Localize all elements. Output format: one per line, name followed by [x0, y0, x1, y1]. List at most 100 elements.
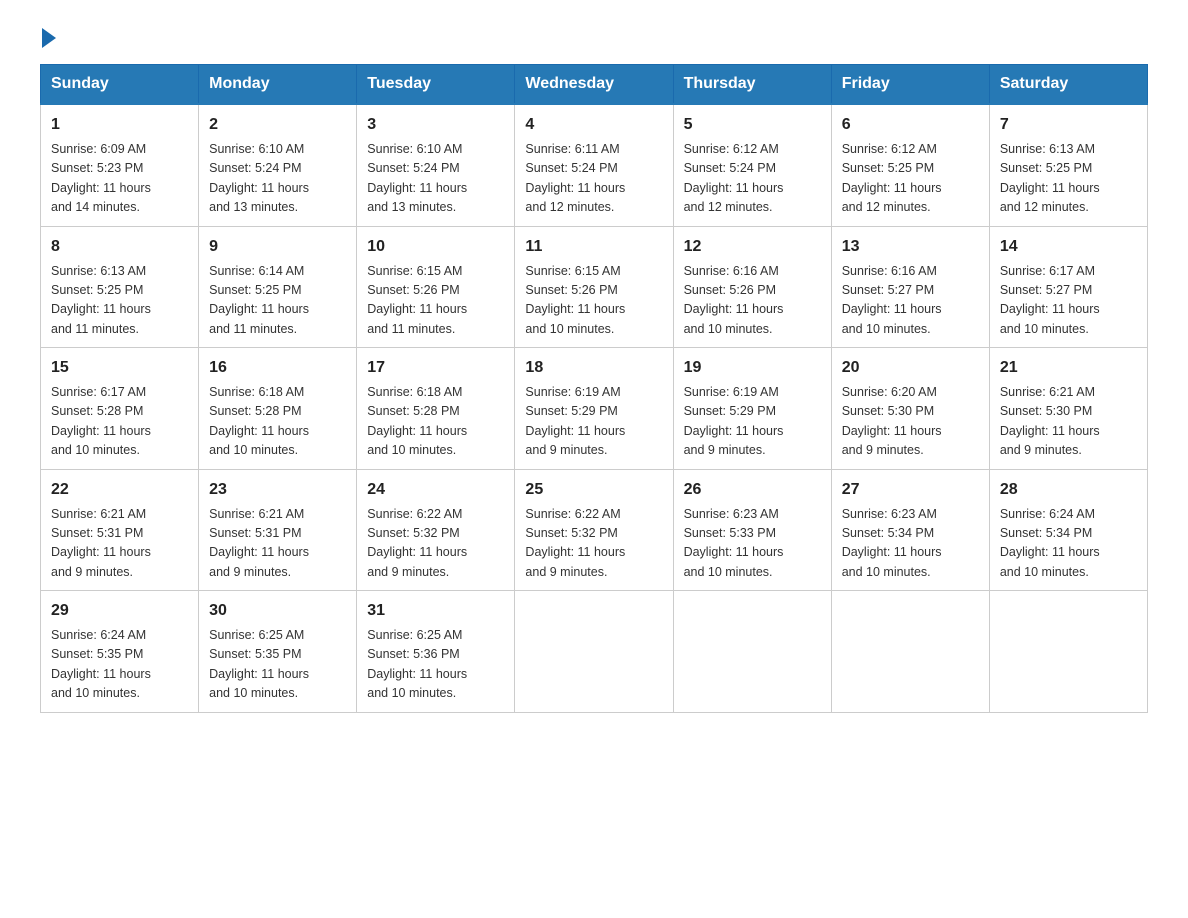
daylight-text: Daylight: 11 hours [525, 545, 625, 559]
daylight-text: Daylight: 11 hours [51, 424, 151, 438]
daylight-text: Daylight: 11 hours [842, 181, 942, 195]
sunset-text: Sunset: 5:27 PM [842, 283, 934, 297]
sunset-text: Sunset: 5:28 PM [367, 404, 459, 418]
day-info: Sunrise: 6:16 AM Sunset: 5:27 PM Daylight:… [842, 262, 979, 340]
column-header-wednesday: Wednesday [515, 65, 673, 105]
sunset-text: Sunset: 5:30 PM [842, 404, 934, 418]
sunrise-text: Sunrise: 6:16 AM [842, 264, 937, 278]
column-header-monday: Monday [199, 65, 357, 105]
day-number: 28 [1000, 478, 1137, 502]
daylight-minutes-text: and 10 minutes. [842, 322, 931, 336]
sunrise-text: Sunrise: 6:23 AM [842, 507, 937, 521]
daylight-text: Daylight: 11 hours [367, 667, 467, 681]
calendar-cell: 13Sunrise: 6:16 AMSunset: 5:27 PMDayligh… [831, 226, 989, 348]
day-number: 14 [1000, 235, 1137, 259]
daylight-text: Daylight: 11 hours [51, 302, 151, 316]
calendar-cell: 30Sunrise: 6:25 AMSunset: 5:35 PMDayligh… [199, 591, 357, 713]
daylight-text: Daylight: 11 hours [367, 545, 467, 559]
sunset-text: Sunset: 5:24 PM [684, 161, 776, 175]
day-info: Sunrise: 6:21 AMSunset: 5:31 PMDaylight:… [209, 505, 346, 583]
sunrise-text: Sunrise: 6:24 AM [1000, 507, 1095, 521]
daylight-minutes-text: and 11 minutes. [51, 322, 139, 336]
sunset-text: Sunset: 5:31 PM [51, 526, 143, 540]
sunrise-text: Sunrise: 6:18 AM [209, 385, 304, 399]
sunset-text: Sunset: 5:34 PM [1000, 526, 1092, 540]
daylight-minutes-text: and 11 minutes. [367, 322, 455, 336]
day-info: Sunrise: 6:17 AMSunset: 5:28 PMDaylight:… [51, 383, 188, 461]
daylight-minutes-text: and 11 minutes. [209, 322, 297, 336]
daylight-text: Daylight: 11 hours [367, 424, 467, 438]
daylight-minutes-text: and 9 minutes. [51, 565, 133, 579]
daylight-minutes-text: and 10 minutes. [684, 322, 773, 336]
daylight-minutes-text: and 9 minutes. [367, 565, 449, 579]
daylight-minutes-text: and 9 minutes. [1000, 443, 1082, 457]
day-number: 15 [51, 356, 188, 380]
day-number: 11 [525, 235, 662, 259]
daylight-text: Daylight: 11 hours [525, 302, 625, 316]
sunset-text: Sunset: 5:32 PM [367, 526, 459, 540]
day-info: Sunrise: 6:12 AMSunset: 5:25 PMDaylight:… [842, 140, 979, 218]
sunset-text: Sunset: 5:26 PM [525, 283, 617, 297]
daylight-minutes-text: and 9 minutes. [209, 565, 291, 579]
sunset-text: Sunset: 5:33 PM [684, 526, 776, 540]
daylight-text: Daylight: 11 hours [525, 424, 625, 438]
daylight-minutes-text: and 10 minutes. [525, 322, 614, 336]
sunrise-text: Sunrise: 6:12 AM [842, 142, 937, 156]
calendar-cell: 2Sunrise: 6:10 AMSunset: 5:24 PMDaylight… [199, 104, 357, 226]
sunrise-text: Sunrise: 6:22 AM [525, 507, 620, 521]
day-info: Sunrise: 6:24 AMSunset: 5:35 PMDaylight:… [51, 626, 188, 704]
column-header-sunday: Sunday [41, 65, 199, 105]
sunset-text: Sunset: 5:34 PM [842, 526, 934, 540]
day-info: Sunrise: 6:12 AMSunset: 5:24 PMDaylight:… [684, 140, 821, 218]
day-number: 8 [51, 235, 188, 259]
day-number: 31 [367, 599, 504, 623]
daylight-minutes-text: and 12 minutes. [684, 200, 773, 214]
sunset-text: Sunset: 5:28 PM [51, 404, 143, 418]
sunset-text: Sunset: 5:32 PM [525, 526, 617, 540]
sunrise-text: Sunrise: 6:14 AM [209, 264, 304, 278]
calendar-cell: 17Sunrise: 6:18 AMSunset: 5:28 PMDayligh… [357, 348, 515, 470]
calendar-cell [673, 591, 831, 713]
daylight-minutes-text: and 10 minutes. [1000, 565, 1089, 579]
calendar-cell: 8Sunrise: 6:13 AMSunset: 5:25 PMDaylight… [41, 226, 199, 348]
calendar-cell: 14Sunrise: 6:17 AMSunset: 5:27 PMDayligh… [989, 226, 1147, 348]
day-number: 26 [684, 478, 821, 502]
sunset-text: Sunset: 5:26 PM [367, 283, 459, 297]
day-number: 6 [842, 113, 979, 137]
sunrise-text: Sunrise: 6:11 AM [525, 142, 619, 156]
daylight-text: Daylight: 11 hours [209, 424, 309, 438]
daylight-minutes-text: and 9 minutes. [525, 443, 607, 457]
daylight-minutes-text: and 10 minutes. [842, 565, 931, 579]
sunrise-text: Sunrise: 6:23 AM [684, 507, 779, 521]
daylight-text: Daylight: 11 hours [209, 545, 309, 559]
day-number: 29 [51, 599, 188, 623]
day-number: 19 [684, 356, 821, 380]
daylight-text: Daylight: 11 hours [684, 181, 784, 195]
day-info: Sunrise: 6:19 AMSunset: 5:29 PMDaylight:… [525, 383, 662, 461]
calendar-cell: 31Sunrise: 6:25 AMSunset: 5:36 PMDayligh… [357, 591, 515, 713]
day-number: 9 [209, 235, 346, 259]
daylight-text: Daylight: 11 hours [684, 424, 784, 438]
calendar-week-row: 8Sunrise: 6:13 AMSunset: 5:25 PMDaylight… [41, 226, 1148, 348]
day-number: 17 [367, 356, 504, 380]
daylight-text: Daylight: 11 hours [684, 545, 784, 559]
sunrise-text: Sunrise: 6:21 AM [1000, 385, 1095, 399]
calendar-cell: 27Sunrise: 6:23 AMSunset: 5:34 PMDayligh… [831, 469, 989, 591]
sunrise-text: Sunrise: 6:15 AM [367, 264, 462, 278]
daylight-minutes-text: and 9 minutes. [684, 443, 766, 457]
daylight-minutes-text: and 12 minutes. [525, 200, 614, 214]
day-number: 25 [525, 478, 662, 502]
calendar-cell: 22Sunrise: 6:21 AMSunset: 5:31 PMDayligh… [41, 469, 199, 591]
sunset-text: Sunset: 5:31 PM [209, 526, 301, 540]
daylight-text: Daylight: 11 hours [842, 302, 942, 316]
daylight-text: Daylight: 11 hours [1000, 181, 1100, 195]
sunset-text: Sunset: 5:28 PM [209, 404, 301, 418]
day-info: Sunrise: 6:19 AMSunset: 5:29 PMDaylight:… [684, 383, 821, 461]
daylight-minutes-text: and 13 minutes. [367, 200, 456, 214]
sunrise-text: Sunrise: 6:09 AM [51, 142, 146, 156]
sunset-text: Sunset: 5:35 PM [51, 647, 143, 661]
day-info: Sunrise: 6:18 AM Sunset: 5:28 PM Daylight:… [209, 383, 346, 461]
day-info: Sunrise: 6:13 AMSunset: 5:25 PMDaylight:… [1000, 140, 1137, 218]
daylight-text: Daylight: 11 hours [1000, 545, 1100, 559]
calendar-cell: 1Sunrise: 6:09 AMSunset: 5:23 PMDaylight… [41, 104, 199, 226]
